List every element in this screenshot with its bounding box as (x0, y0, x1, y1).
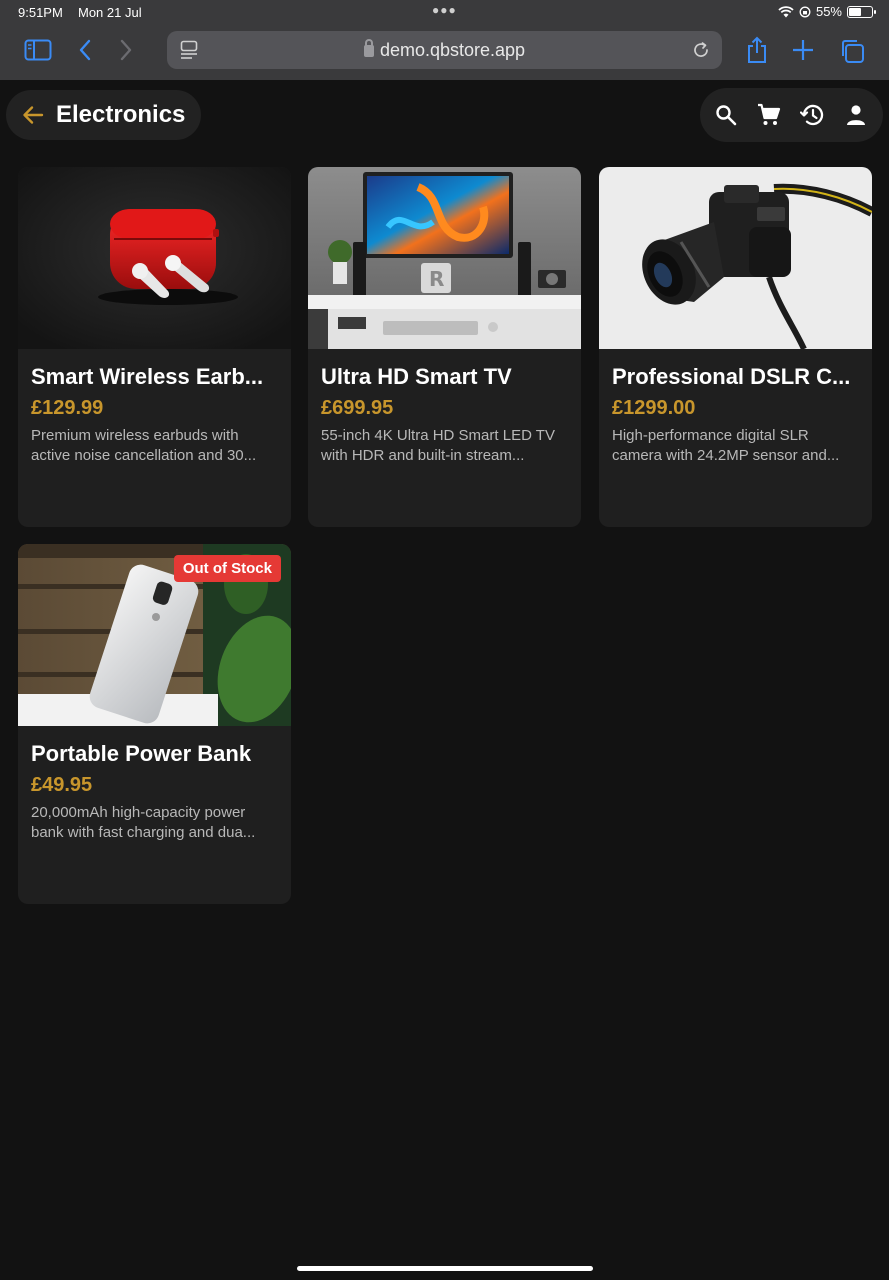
product-image (18, 167, 291, 349)
battery-icon (847, 5, 876, 18)
back-nav-icon[interactable] (74, 38, 96, 62)
product-name: Professional DSLR C... (612, 364, 851, 389)
forward-nav-icon[interactable] (115, 38, 137, 62)
new-tab-icon[interactable] (791, 38, 815, 62)
product-price: £49.95 (31, 774, 93, 796)
out-of-stock-badge: Out of Stock (173, 555, 281, 582)
product-description: 55-inch 4K Ultra HD Smart LED TV with HD… (321, 427, 555, 464)
orientation-lock-icon (799, 6, 811, 17)
sidebar-icon[interactable] (23, 37, 53, 63)
browser-chrome: 9:51PM Mon 21 Jul ●●● 55% demo.qbstore.a… (0, 0, 889, 80)
svg-text:R: R (429, 267, 444, 291)
wifi-icon (778, 5, 794, 17)
product-description: High-performance digital SLR camera with… (612, 427, 840, 464)
product-price: £699.95 (321, 397, 394, 419)
status-date: Mon 21 Jul (78, 5, 142, 20)
product-card[interactable]: R Ultra HD Smart TV £699.95 55-inch 4K U… (308, 167, 581, 527)
product-image: R (308, 167, 581, 349)
product-name: Ultra HD Smart TV (321, 364, 512, 389)
category-header[interactable]: Electronics (6, 90, 201, 140)
product-card[interactable]: Smart Wireless Earb... £129.99 Premium w… (18, 167, 291, 527)
product-name: Smart Wireless Earb... (31, 364, 264, 389)
tabs-overview-icon[interactable] (838, 37, 866, 65)
share-icon[interactable] (744, 35, 770, 65)
product-price: £129.99 (31, 397, 104, 419)
cart-icon[interactable] (757, 103, 781, 127)
reload-icon[interactable] (691, 40, 711, 60)
product-card[interactable]: Out of Stock Portable Power Bank £49.95 … (18, 544, 291, 904)
status-right: 55% (778, 4, 876, 19)
history-icon[interactable] (800, 103, 824, 127)
product-description: 20,000mAh high-capacity power bank with … (31, 804, 256, 841)
search-icon[interactable] (714, 103, 738, 127)
product-description: Premium wireless earbuds with active noi… (31, 427, 257, 464)
multitasking-dots-icon[interactable]: ●●● (432, 3, 457, 17)
account-icon[interactable] (844, 103, 868, 127)
home-indicator[interactable] (297, 1266, 593, 1271)
url-text: demo.qbstore.app (379, 40, 526, 60)
battery-percent: 55% (815, 4, 842, 19)
product-image (599, 167, 872, 349)
header-actions (700, 88, 883, 142)
address-bar[interactable]: demo.qbstore.app (167, 31, 722, 69)
product-card[interactable]: Professional DSLR C... £1299.00 High-per… (599, 167, 872, 527)
back-arrow-icon[interactable] (22, 105, 44, 125)
status-bar: 9:51PM Mon 21 Jul ●●● 55% (0, 0, 889, 26)
product-name: Portable Power Bank (31, 741, 252, 766)
lock-icon (363, 39, 374, 57)
page-title: Electronics (56, 101, 186, 128)
status-time: 9:51PM (18, 5, 63, 20)
product-price: £1299.00 (612, 397, 696, 419)
